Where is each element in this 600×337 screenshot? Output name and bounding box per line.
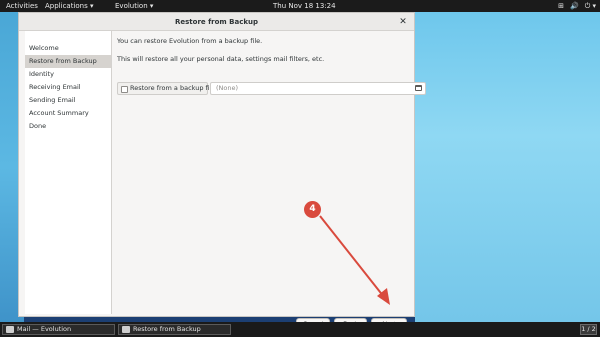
annotation-arrow-icon — [319, 215, 390, 305]
mail-icon — [6, 326, 14, 333]
step-badge: 4 — [304, 201, 321, 218]
task-mail-evolution-label: Mail — Evolution — [17, 325, 72, 333]
window-icon — [122, 326, 130, 333]
task-mail-evolution[interactable]: Mail — Evolution — [2, 324, 115, 335]
workspace-pager[interactable]: 1 / 2 — [580, 324, 597, 335]
taskbar: Mail — Evolution Restore from Backup 1 /… — [0, 322, 600, 337]
task-restore-from-backup-label: Restore from Backup — [133, 325, 201, 333]
task-restore-from-backup[interactable]: Restore from Backup — [118, 324, 231, 335]
